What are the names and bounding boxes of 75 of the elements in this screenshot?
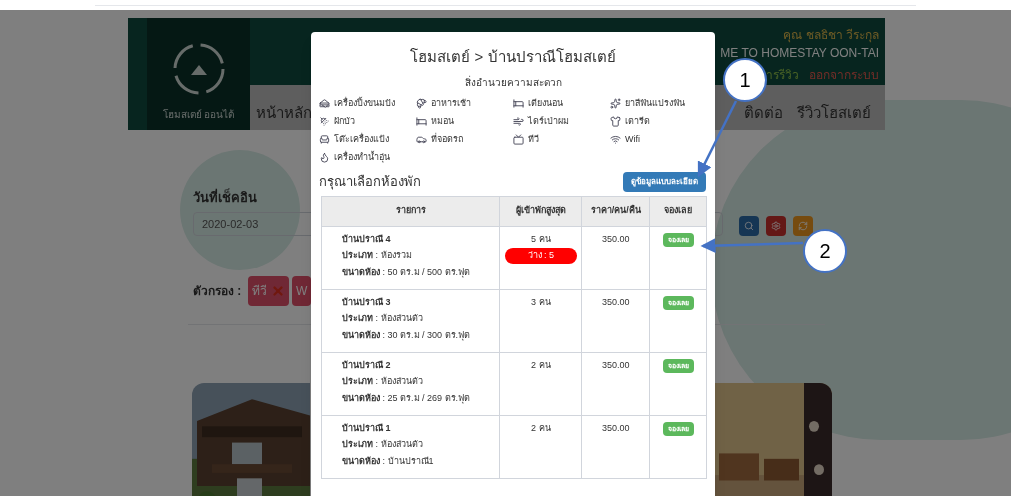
search-button[interactable] xyxy=(739,215,759,236)
room-name: บ้านปราณี 3 xyxy=(342,295,392,309)
room-size: ขนาดห้อง : 50 ตร.ม / 500 ตร.ฟุต xyxy=(342,265,472,279)
column-header: จองเลย xyxy=(649,196,707,226)
room-name: บ้านปราณี 2 xyxy=(342,358,392,372)
amenity-label: เตารีด xyxy=(625,114,650,128)
wind-icon xyxy=(513,116,524,127)
car-icon xyxy=(416,134,427,145)
filter-chip[interactable]: W xyxy=(292,275,312,306)
max-guests: 5 คน xyxy=(531,232,551,246)
price: 350.00 xyxy=(601,359,630,370)
details-button[interactable]: ดูข้อมูลแบบละเอียด xyxy=(623,171,706,192)
max-guests: 2 คน xyxy=(531,421,551,435)
search-icon xyxy=(744,220,754,231)
chip-label: ทีวี xyxy=(252,282,267,300)
settings-icon xyxy=(771,220,781,231)
amenity-label: เครื่องปิ้งขนมปัง xyxy=(334,96,395,110)
checkin-label: วันที่เช็คอิน xyxy=(193,188,258,207)
amenity-label: เตียงนอน xyxy=(528,96,563,110)
reviews-link[interactable]: ารรีวิว xyxy=(766,66,799,84)
bed-icon xyxy=(416,116,427,127)
chip-label: W xyxy=(296,282,308,300)
amenity-label: ยาสีฟันแปรงฟัน xyxy=(625,96,685,110)
amenity-label: ฝักบัว xyxy=(334,114,355,128)
refresh-icon xyxy=(798,220,808,231)
logout-link[interactable]: ออกจากระบบ xyxy=(809,66,879,84)
column-header: ผู้เข้าพักสูงสุด xyxy=(499,196,582,226)
room-name: บ้านปราณี 4 xyxy=(342,232,392,246)
filter-chip[interactable]: ทีวี xyxy=(248,275,289,306)
max-guests: 2 คน xyxy=(531,358,551,372)
tv-icon xyxy=(513,134,524,145)
room-type: ประเภท : ห้องส่วนตัว xyxy=(342,312,424,325)
column-header: ราคา/คน/คืน xyxy=(581,196,650,226)
room-size: ขนาดห้อง : บ้านปราณี1 xyxy=(342,454,435,468)
room-type: ประเภท : ห้องส่วนตัว xyxy=(342,438,424,451)
column-header: รายการ xyxy=(321,196,500,226)
amenity-label: Wifi xyxy=(625,132,640,146)
nav-link[interactable]: รีวิวโฮสเตย์ xyxy=(797,105,871,120)
chair-icon xyxy=(319,134,330,145)
room-size: ขนาดห้อง : 30 ตร.ม / 300 ตร.ฟุต xyxy=(342,328,472,342)
filter-label: ตัวกรอง : xyxy=(193,282,243,300)
remove-icon xyxy=(271,283,285,298)
price: 350.00 xyxy=(601,296,630,307)
sparkle-icon xyxy=(610,98,621,109)
room-type: ประเภท : ห้องรวม xyxy=(342,249,413,262)
logo-text: โฮมสเตย์ ออนไต้ xyxy=(162,108,235,122)
nav-link[interactable]: ติดต่อ xyxy=(744,105,783,120)
amenity-label: เครื่องทำน้ำอุ่น xyxy=(334,150,390,165)
flame-icon xyxy=(319,152,330,163)
max-guests: 3 คน xyxy=(531,295,551,309)
rooms-heading: กรุณาเลือกห้องพัก xyxy=(319,173,421,192)
wifi-icon xyxy=(610,134,621,145)
bed-icon xyxy=(513,98,524,109)
food-icon xyxy=(416,98,427,109)
room-size: ขนาดห้อง : 25 ตร.ม / 269 ตร.ฟุต xyxy=(342,391,472,405)
amenity-label: ไดร์เป่าผม xyxy=(528,114,569,128)
amenity-label: ทีวี xyxy=(528,132,539,146)
refresh-button[interactable] xyxy=(793,215,813,236)
amenity-label: ที่จอดรถ xyxy=(431,132,463,146)
amenity-label: หมอน xyxy=(431,114,454,128)
price: 350.00 xyxy=(601,422,630,433)
settings-button[interactable] xyxy=(766,215,786,236)
shower-icon xyxy=(319,116,330,127)
amenities-heading: สิ่งอำนวยความสะดวก xyxy=(463,74,563,90)
amenity-label: อาหารเช้า xyxy=(431,96,471,110)
shirt-icon xyxy=(610,116,621,127)
nav-link[interactable]: หน้าหลัก xyxy=(256,105,312,120)
user-name: คุณ ชลธิชา วีระกุล xyxy=(783,27,879,44)
dialog-title: โฮมสเตย์ > บ้านปราณีโฮมสเตย์ xyxy=(409,47,617,67)
amenity-label: โต๊ะเครื่องแป้ง xyxy=(334,132,389,146)
room-type: ประเภท : ห้องส่วนตัว xyxy=(342,375,424,388)
toaster-icon xyxy=(319,98,330,109)
availability-badge: ว่าง : 5 xyxy=(504,248,577,264)
price: 350.00 xyxy=(601,233,630,244)
room-name: บ้านปราณี 1 xyxy=(342,421,392,435)
